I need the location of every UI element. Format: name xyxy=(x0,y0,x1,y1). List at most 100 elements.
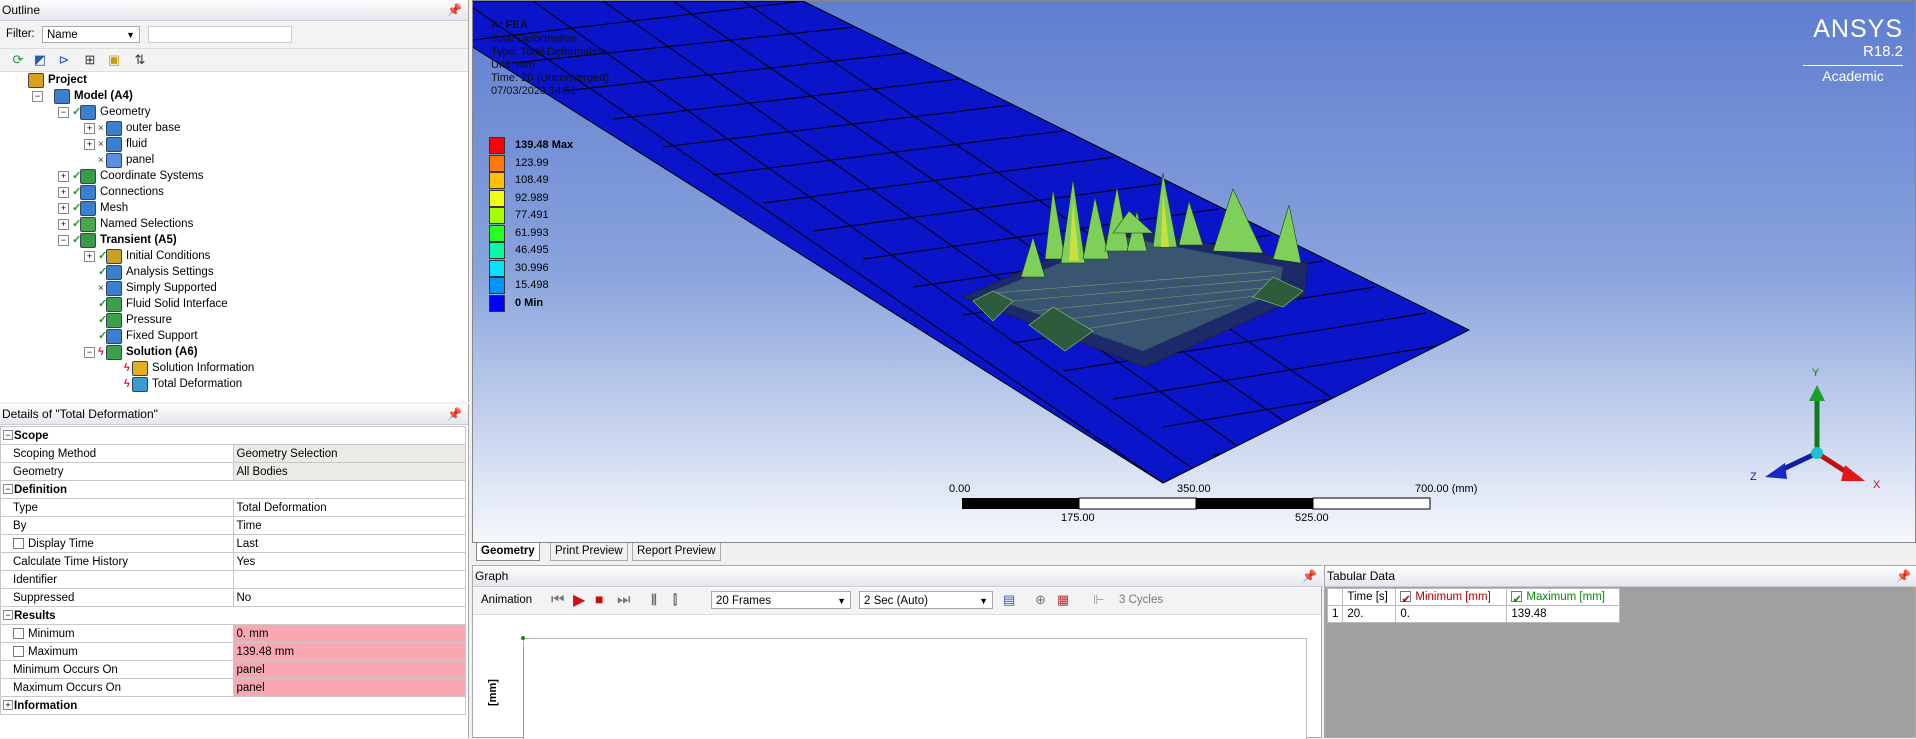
series-checkbox[interactable]: ✔ xyxy=(1400,591,1412,606)
property-value[interactable]: Time xyxy=(232,516,466,535)
details-property-row[interactable]: Calculate Time History Yes xyxy=(0,552,466,571)
property-value[interactable]: Yes xyxy=(232,552,466,571)
property-value[interactable] xyxy=(232,570,466,589)
property-value[interactable]: panel xyxy=(232,660,466,679)
collapse-icon[interactable]: − xyxy=(84,347,95,358)
previous-frame-icon[interactable]: ⏮ xyxy=(551,591,565,608)
collapse-icon[interactable]: − xyxy=(3,484,13,494)
property-value[interactable]: No xyxy=(232,588,466,607)
tree-item[interactable]: ✓ Analysis Settings xyxy=(0,264,466,280)
result-sets-icon[interactable]: ⫿ xyxy=(673,592,677,608)
tree-item[interactable]: + ✓ Initial Conditions xyxy=(0,248,466,264)
expand-icon[interactable]: + xyxy=(3,700,13,710)
property-value[interactable]: panel xyxy=(232,678,466,697)
collapse-icon[interactable]: − xyxy=(58,107,69,118)
tab-print-preview[interactable]: Print Preview xyxy=(550,543,628,561)
details-property-row[interactable]: Suppressed No xyxy=(0,588,466,607)
property-value[interactable]: Total Deformation xyxy=(232,498,466,517)
folder-icon[interactable]: ▣ xyxy=(106,52,122,68)
tree-item[interactable]: − ✓ Geometry xyxy=(0,104,466,120)
tree-item[interactable]: + × fluid xyxy=(0,136,466,152)
expand-environment-icon[interactable]: ◩ xyxy=(32,52,48,68)
tree-item[interactable]: ✓ Pressure xyxy=(0,312,466,328)
distributed-frames-icon[interactable]: ⫼ xyxy=(651,592,657,608)
pin-icon[interactable]: 📌 xyxy=(1896,566,1911,586)
duration-select[interactable]: 2 Sec (Auto) ▼ xyxy=(859,591,993,609)
tree-item[interactable]: + × outer base xyxy=(0,120,466,136)
tree-item[interactable]: + ✓ Connections xyxy=(0,184,466,200)
expand-icon[interactable]: + xyxy=(84,139,95,150)
tree-item[interactable]: − Model (A4) xyxy=(0,88,466,104)
expand-icon[interactable]: + xyxy=(58,219,69,230)
details-group[interactable]: − Scope xyxy=(0,426,466,445)
expand-all-icon[interactable]: ⊞ xyxy=(82,52,98,68)
pin-icon[interactable]: 📌 xyxy=(447,0,462,20)
tree-item[interactable]: ✓ Fixed Support xyxy=(0,328,466,344)
table-cell-maximum[interactable]: 139.48 xyxy=(1506,605,1621,623)
expand-icon[interactable]: + xyxy=(84,251,95,262)
expand-icon[interactable]: + xyxy=(58,187,69,198)
details-group-cell[interactable]: − Scope xyxy=(0,426,466,445)
collapse-icon[interactable]: − xyxy=(3,610,13,620)
graphics-viewport[interactable]: A: FEA Total Deformation Type: Total Defo… xyxy=(472,0,1916,543)
tree-item[interactable]: + ✓ Coordinate Systems xyxy=(0,168,466,184)
expand-tree-icon[interactable]: ⊳ xyxy=(56,52,72,68)
details-property-row[interactable]: Identifier xyxy=(0,570,466,589)
table-cell-minimum[interactable]: 0. xyxy=(1395,605,1508,623)
column-header-time[interactable]: Time [s] xyxy=(1342,588,1397,606)
collapse-icon[interactable]: − xyxy=(58,235,69,246)
cycles-icon[interactable]: ⊩ xyxy=(1093,592,1104,608)
property-value[interactable]: All Bodies xyxy=(232,462,466,481)
details-property-row[interactable]: Geometry All Bodies xyxy=(0,462,466,481)
table-cell-time[interactable]: 20. xyxy=(1342,605,1397,623)
tree-item[interactable]: ϟ Total Deformation xyxy=(0,376,466,392)
column-header-minimum[interactable]: ✔ Minimum [mm] xyxy=(1395,588,1508,606)
graph-plot-area[interactable] xyxy=(523,638,1307,739)
details-property-row[interactable]: Display Time Last xyxy=(0,534,466,553)
property-value[interactable]: 0. mm xyxy=(232,624,466,643)
tree-item[interactable]: + ✓ Named Selections xyxy=(0,216,466,232)
details-property-row[interactable]: Minimum Occurs On panel xyxy=(0,660,466,679)
table-row[interactable]: 1 20. 0. 139.48 xyxy=(1326,605,1621,623)
details-group-cell[interactable]: − Definition xyxy=(0,480,466,499)
parameter-checkbox[interactable] xyxy=(13,627,24,639)
export-video-icon[interactable]: ▤ xyxy=(1003,592,1015,608)
frames-select[interactable]: 20 Frames ▼ xyxy=(711,591,851,609)
property-value[interactable]: Geometry Selection xyxy=(232,444,466,463)
details-group[interactable]: + Information xyxy=(0,696,466,715)
details-group[interactable]: − Results xyxy=(0,606,466,625)
column-header-maximum[interactable]: ✔ Maximum [mm] xyxy=(1506,588,1621,606)
refresh-icon[interactable]: ⟳ xyxy=(10,52,26,68)
model-view[interactable] xyxy=(473,1,1915,542)
filter-text-input[interactable] xyxy=(148,26,292,43)
details-property-row[interactable]: Maximum Occurs On panel xyxy=(0,678,466,697)
details-property-row[interactable]: Type Total Deformation xyxy=(0,498,466,517)
sort-icon[interactable]: ⇅ xyxy=(132,52,148,68)
tree-item[interactable]: ✓ Fluid Solid Interface xyxy=(0,296,466,312)
tree-item[interactable]: ϟ Solution Information xyxy=(0,360,466,376)
expand-icon[interactable]: + xyxy=(84,123,95,134)
tree-item[interactable]: × Simply Supported xyxy=(0,280,466,296)
tab-report-preview[interactable]: Report Preview xyxy=(632,543,721,561)
play-icon[interactable]: ▶ xyxy=(573,590,585,610)
parameter-checkbox[interactable] xyxy=(13,645,24,657)
details-property-row[interactable]: By Time xyxy=(0,516,466,535)
expand-icon[interactable]: + xyxy=(58,203,69,214)
parameter-checkbox[interactable] xyxy=(13,537,24,549)
details-property-row[interactable]: Maximum 139.48 mm xyxy=(0,642,466,661)
tree-item[interactable]: − ϟ Solution (A6) xyxy=(0,344,466,360)
tree-item[interactable]: Project xyxy=(0,72,466,88)
details-property-row[interactable]: Minimum 0. mm xyxy=(0,624,466,643)
property-value[interactable]: Last xyxy=(232,534,466,553)
filter-type-select[interactable]: Name ▼ xyxy=(42,26,140,43)
pin-icon[interactable]: 📌 xyxy=(447,404,462,424)
property-value[interactable]: 139.48 mm xyxy=(232,642,466,661)
next-frame-icon[interactable]: ⏭ xyxy=(617,591,631,608)
tree-item[interactable]: + ✓ Mesh xyxy=(0,200,466,216)
details-group-cell[interactable]: + Information xyxy=(0,696,466,715)
expand-icon[interactable]: + xyxy=(58,171,69,182)
details-group[interactable]: − Definition xyxy=(0,480,466,499)
pin-icon[interactable]: 📌 xyxy=(1302,566,1317,586)
details-property-row[interactable]: Scoping Method Geometry Selection xyxy=(0,444,466,463)
series-checkbox[interactable]: ✔ xyxy=(1511,591,1523,606)
